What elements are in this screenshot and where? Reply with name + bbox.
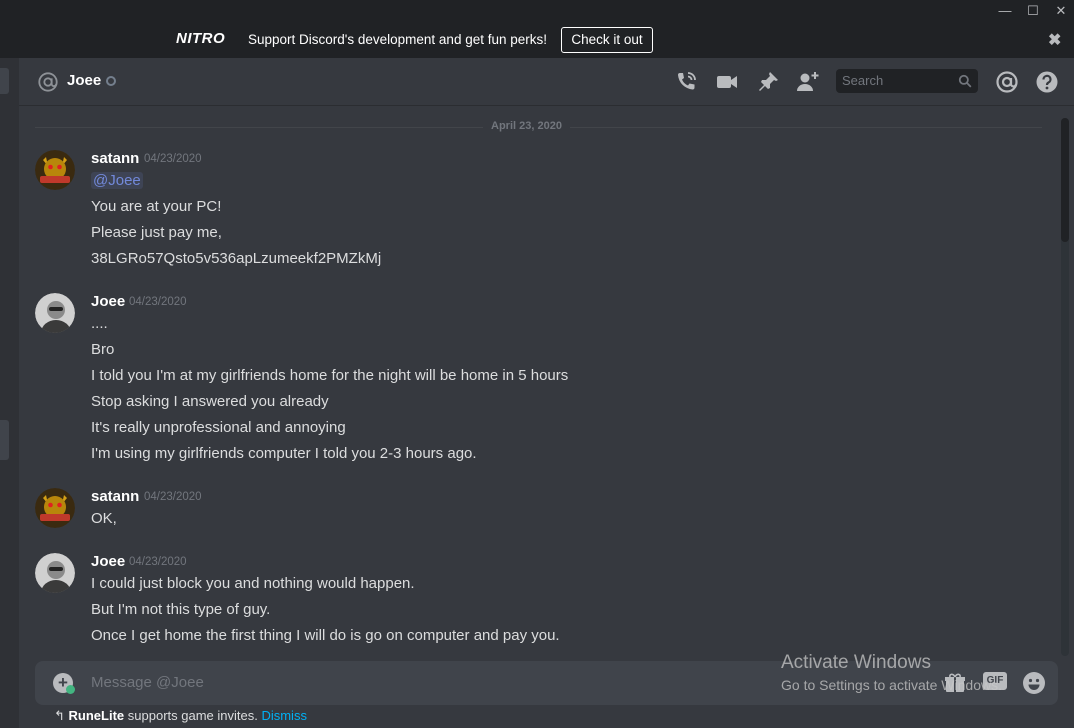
user-mention[interactable]: @Joee [91, 172, 143, 189]
mentions-icon[interactable] [995, 70, 1019, 94]
date-divider-label: April 23, 2020 [483, 120, 570, 132]
message-line: I'm using my girlfriends computer I told… [91, 445, 477, 462]
watermark-title: Activate Windows [781, 652, 931, 673]
avatar[interactable] [35, 150, 75, 190]
banner-close-icon[interactable]: ✖ [1048, 30, 1061, 50]
video-icon[interactable] [715, 70, 739, 94]
message-line: Stop asking I answered you already [91, 393, 329, 410]
message-author[interactable]: Joee [91, 553, 125, 570]
status-offline-icon [106, 76, 116, 86]
minimize-button[interactable]: — [991, 0, 1019, 22]
notice-brand: RuneLite [68, 708, 125, 723]
sidebar-item[interactable] [0, 420, 9, 460]
check-it-out-button[interactable]: Check it out [561, 27, 653, 53]
channel-name: Joee [67, 72, 102, 89]
message-timestamp: 04/23/2020 [129, 556, 187, 568]
message-line: It's really unprofessional and annoying [91, 419, 346, 436]
avatar[interactable] [35, 293, 75, 333]
notice-text: supports game invites. [124, 708, 262, 723]
nitro-logo: NITRO [176, 30, 226, 47]
dismiss-link[interactable]: Dismiss [261, 708, 307, 723]
message-list[interactable]: April 23, 2020 satann 04/23/2020 @Joee Y… [19, 106, 1059, 658]
message-line: But I'm not this type of guy. [91, 601, 271, 618]
message-input[interactable]: Message @Joee [91, 674, 204, 691]
window-title-bar: — ☐ ✕ [0, 0, 1074, 22]
satann-avatar-image [35, 150, 75, 190]
emoji-icon[interactable] [1022, 671, 1046, 695]
message-line: 38LGRo57Qsto5v536apLzumeekf2PMZkMj [91, 250, 382, 267]
message-timestamp: 04/23/2020 [144, 491, 202, 503]
chat-header: Joee Search [19, 58, 1074, 106]
joee-avatar-image [35, 553, 75, 593]
message-author[interactable]: satann [91, 150, 139, 167]
banner-text: Support Discord's development and get fu… [248, 32, 547, 47]
message-line: OK, [91, 510, 117, 527]
message-line: @Joee [91, 172, 143, 189]
help-icon[interactable] [1035, 70, 1059, 94]
search-icon [958, 74, 972, 88]
message-line: Once I get home the first thing I will d… [91, 627, 560, 644]
sidebar-item[interactable] [0, 68, 9, 94]
phone-icon[interactable] [674, 70, 698, 94]
nitro-banner: NITRO Support Discord's development and … [0, 22, 1074, 58]
message-timestamp: 04/23/2020 [129, 296, 187, 308]
search-placeholder: Search [842, 73, 884, 88]
notice-arrow-icon: ↰ [54, 708, 65, 723]
maximize-button[interactable]: ☐ [1019, 0, 1047, 22]
message-author[interactable]: Joee [91, 293, 125, 310]
message-line: I could just block you and nothing would… [91, 575, 415, 592]
message-line: Please just pay me, [91, 224, 222, 241]
message-line: .... [91, 315, 108, 332]
game-invite-notice: ↰ RuneLite supports game invites. Dismis… [54, 708, 307, 724]
message-line: Bro [91, 341, 115, 358]
close-window-button[interactable]: ✕ [1047, 0, 1074, 22]
search-input[interactable]: Search [836, 69, 978, 93]
avatar[interactable] [35, 553, 75, 593]
satann-avatar-image [35, 488, 75, 528]
message-author[interactable]: satann [91, 488, 139, 505]
pin-icon[interactable] [756, 70, 780, 94]
avatar[interactable] [35, 488, 75, 528]
watermark-subtitle: Go to Settings to activate Windows. [781, 677, 1002, 693]
message-timestamp: 04/23/2020 [144, 153, 202, 165]
joee-avatar-image [35, 293, 75, 333]
message-line: You are at your PC! [91, 198, 222, 215]
channel-sidebar-edge [0, 58, 19, 728]
at-icon [38, 72, 58, 92]
add-friend-icon[interactable] [796, 70, 820, 94]
message-line: I told you I'm at my girlfriends home fo… [91, 367, 569, 384]
scrollbar-thumb[interactable] [1061, 118, 1069, 242]
upload-badge-icon [66, 685, 75, 694]
windows-activation-watermark: Activate Windows Go to Settings to activ… [781, 652, 1002, 693]
